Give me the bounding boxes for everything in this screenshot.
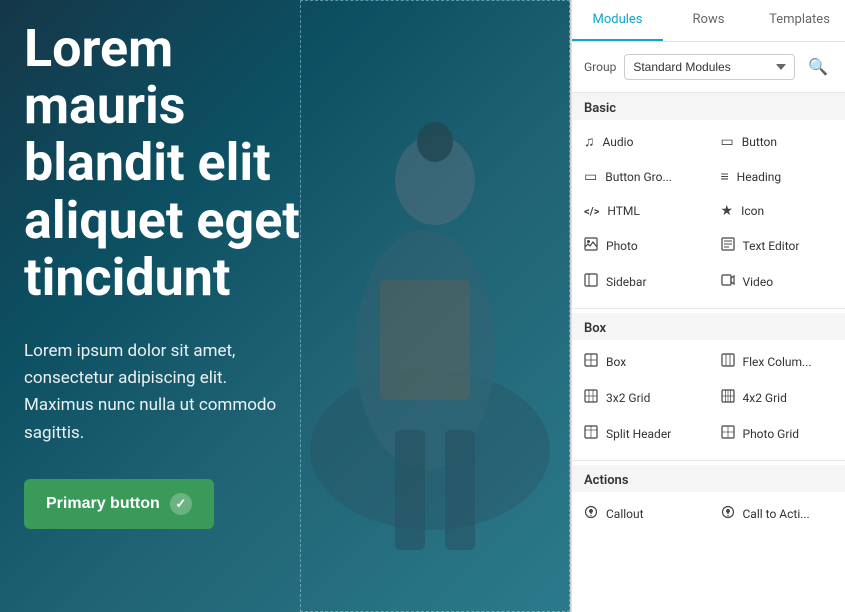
flex-column-icon <box>721 353 735 371</box>
section-divider-1 <box>572 308 845 309</box>
tab-modules[interactable]: Modules <box>572 0 663 41</box>
canvas-content: Lorem mauris blandit elit aliquet eget t… <box>0 0 328 549</box>
button-group-icon: ▭ <box>584 169 597 185</box>
module-sidebar[interactable]: Sidebar <box>572 264 709 300</box>
section-box-header: Box <box>572 313 845 340</box>
search-button[interactable]: 🔍 <box>803 52 833 82</box>
check-icon: ✓ <box>170 493 192 515</box>
primary-button-label: Primary button <box>46 495 160 513</box>
module-box[interactable]: Box <box>572 344 709 380</box>
module-heading[interactable]: ≡ Heading <box>709 159 845 194</box>
icon-star-icon: ★ <box>721 203 734 219</box>
4x2-grid-icon <box>721 389 735 407</box>
actions-modules-grid: Callout Call to Acti... <box>572 492 845 536</box>
section-actions-header: Actions <box>572 465 845 492</box>
module-3x2-grid[interactable]: 3x2 Grid <box>572 380 709 416</box>
call-to-action-icon <box>721 505 735 523</box>
primary-button[interactable]: Primary button ✓ <box>24 479 214 529</box>
module-icon[interactable]: ★ Icon <box>709 194 845 228</box>
module-video[interactable]: Video <box>709 264 845 300</box>
callout-icon <box>584 505 598 523</box>
tab-rows[interactable]: Rows <box>663 0 754 41</box>
panel-search-row: Group Standard Modules 🔍 <box>572 42 845 93</box>
group-label: Group <box>584 60 616 74</box>
basic-modules-grid: ♫ Audio ▭ Button ▭ Button Gro... ≡ Headi… <box>572 120 845 304</box>
right-panel: Modules Rows Templates Group Standard Mo… <box>571 0 845 612</box>
split-header-icon <box>584 425 598 443</box>
modules-list: Basic ♫ Audio ▭ Button ▭ Button Gro... ≡… <box>572 93 845 612</box>
tab-templates[interactable]: Templates <box>754 0 845 41</box>
sidebar-icon <box>584 273 598 291</box>
box-icon <box>584 353 598 371</box>
audio-icon: ♫ <box>584 133 595 150</box>
module-audio[interactable]: ♫ Audio <box>572 124 709 159</box>
group-select[interactable]: Standard Modules <box>624 54 795 80</box>
hero-body-text: Lorem ipsum dolor sit amet, consectetur … <box>24 338 284 447</box>
module-callout[interactable]: Callout <box>572 496 709 532</box>
module-4x2-grid[interactable]: 4x2 Grid <box>709 380 845 416</box>
module-text-editor[interactable]: Text Editor <box>709 228 845 264</box>
section-divider-2 <box>572 460 845 461</box>
module-button-group[interactable]: ▭ Button Gro... <box>572 159 709 194</box>
module-photo-grid[interactable]: Photo Grid <box>709 416 845 452</box>
html-icon: </> <box>584 205 599 218</box>
module-split-header[interactable]: Split Header <box>572 416 709 452</box>
module-flex-column[interactable]: Flex Colum... <box>709 344 845 380</box>
button-icon: ▭ <box>721 134 734 150</box>
search-icon: 🔍 <box>808 57 828 77</box>
heading-icon: ≡ <box>721 168 729 185</box>
canvas-area: Lorem mauris blandit elit aliquet eget t… <box>0 0 570 612</box>
module-photo[interactable]: Photo <box>572 228 709 264</box>
panel-tabs: Modules Rows Templates <box>572 0 845 42</box>
module-html[interactable]: </> HTML <box>572 194 709 228</box>
video-icon <box>721 273 735 291</box>
hero-title: Lorem mauris blandit elit aliquet eget t… <box>24 20 304 306</box>
section-basic-header: Basic <box>572 93 845 120</box>
photo-icon <box>584 237 598 255</box>
3x2-grid-icon <box>584 389 598 407</box>
module-call-to-action[interactable]: Call to Acti... <box>709 496 845 532</box>
photo-grid-icon <box>721 425 735 443</box>
module-button[interactable]: ▭ Button <box>709 124 845 159</box>
box-modules-grid: Box Flex Colum... <box>572 340 845 456</box>
text-editor-icon <box>721 237 735 255</box>
